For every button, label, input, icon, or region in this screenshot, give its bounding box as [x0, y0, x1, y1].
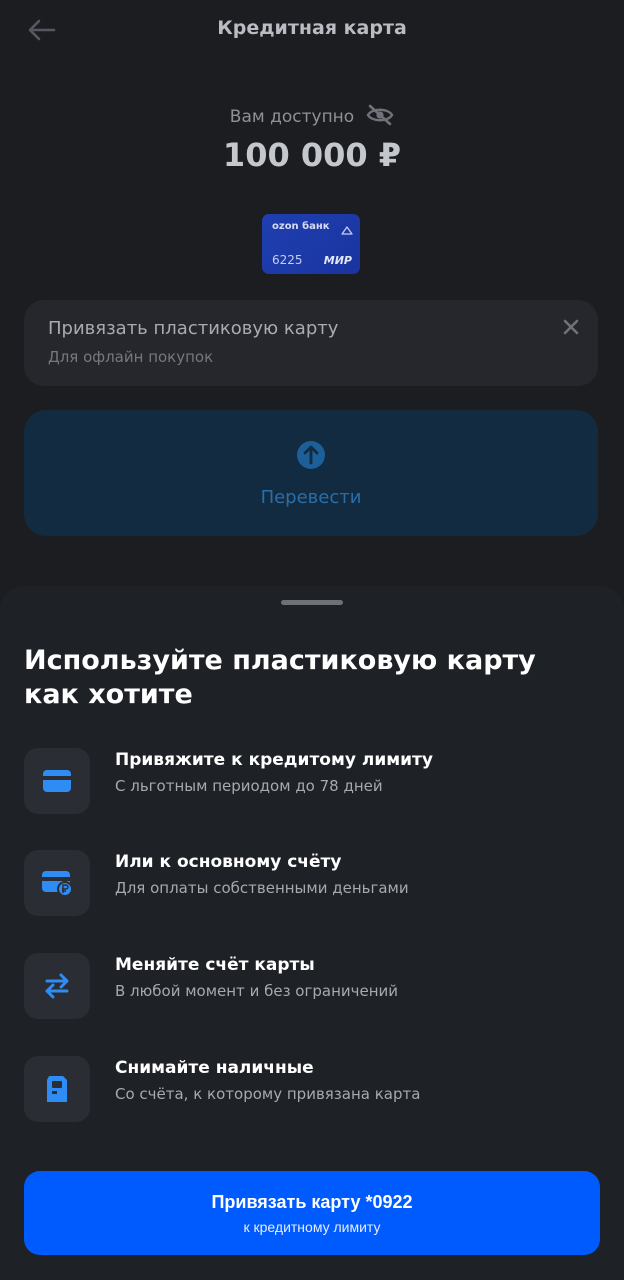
hide-balance-button[interactable] — [366, 104, 394, 130]
feature-subtitle: С льготным периодом до 78 дней — [115, 777, 383, 795]
cloud-icon — [340, 220, 354, 239]
feature-change-account: Меняйте счёт карты В любой момент и без … — [24, 953, 600, 1021]
banner-title: Привязать пластиковую карту — [48, 318, 339, 339]
card-bank-name: ozon банк — [272, 221, 330, 232]
transfer-button[interactable]: Перевести — [24, 410, 598, 536]
card-thumbnail[interactable]: ozon банк 6225 МИР — [262, 214, 360, 274]
feature-cash-withdrawal: Снимайте наличные Со счёта, к которому п… — [24, 1056, 600, 1124]
feature-title: Снимайте наличные — [115, 1058, 314, 1078]
transfer-label: Перевести — [260, 487, 362, 508]
banner-close-button[interactable] — [560, 316, 582, 338]
feature-title: Привяжите к кредитому лимиту — [115, 750, 433, 770]
credit-card-page: Кредитная карта Вам доступно 100 000 ₽ o… — [0, 0, 624, 620]
link-card-button[interactable]: Привязать карту *0922 к кредитному лимит… — [24, 1171, 600, 1255]
atm-icon — [47, 1076, 67, 1102]
feature-subtitle: Со счёта, к которому привязана карта — [115, 1085, 421, 1103]
feature-icon-tile — [24, 748, 90, 814]
close-icon — [563, 319, 579, 335]
balance-amount: 100 000 ₽ — [222, 136, 402, 174]
sheet-drag-handle[interactable] — [281, 600, 343, 605]
page-title: Кредитная карта — [217, 17, 407, 39]
feature-credit-limit: Привяжите к кредитому лимиту С льготным … — [24, 748, 600, 816]
card-icon — [43, 770, 71, 792]
card-ruble-icon — [42, 871, 73, 896]
link-card-button-subtitle: к кредитному лимиту — [243, 1219, 381, 1235]
bottom-sheet: Используйте пластиковую карту как хотите… — [0, 586, 624, 1280]
top-bar: Кредитная карта — [0, 0, 624, 60]
card-last-digits: 6225 — [272, 253, 303, 267]
available-label: Вам доступно — [229, 107, 355, 127]
available-row: Вам доступно — [0, 104, 624, 130]
feature-title: Или к основному счёту — [115, 852, 342, 872]
feature-icon-tile — [24, 850, 90, 916]
feature-subtitle: Для оплаты собственными деньгами — [115, 879, 409, 897]
sheet-title: Используйте пластиковую карту как хотите — [24, 645, 536, 710]
arrow-up-circle-icon — [297, 441, 325, 469]
banner-subtitle: Для офлайн покупок — [48, 348, 214, 366]
link-card-button-title: Привязать карту *0922 — [211, 1192, 413, 1212]
feature-icon-tile — [24, 953, 90, 1019]
card-payment-system: МИР — [323, 254, 352, 267]
feature-icon-tile — [24, 1056, 90, 1122]
swap-arrows-icon — [45, 973, 69, 999]
feature-subtitle: В любой момент и без ограничений — [115, 982, 399, 1000]
screen: Кредитная карта Вам доступно 100 000 ₽ o… — [0, 0, 624, 1280]
eye-off-icon — [366, 104, 394, 126]
link-plastic-card-banner[interactable]: Привязать пластиковую карту Для офлайн п… — [24, 300, 598, 386]
feature-main-account: Или к основному счёту Для оплаты собстве… — [24, 850, 600, 918]
feature-title: Меняйте счёт карты — [115, 955, 315, 975]
